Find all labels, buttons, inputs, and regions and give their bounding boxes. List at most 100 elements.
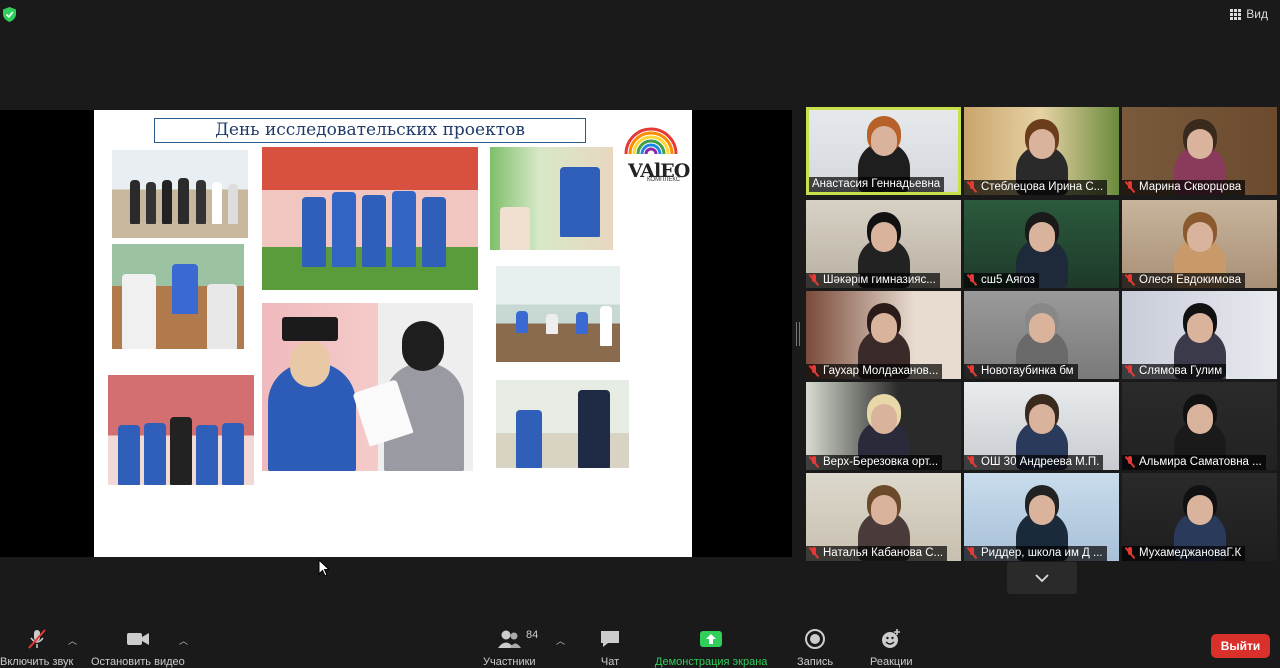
mouse-cursor-icon [318, 559, 330, 577]
participant-name: Анастасия Геннадьевна [812, 178, 941, 190]
share-screen-icon [700, 631, 723, 647]
unmute-button[interactable]: Включить звук [0, 628, 73, 668]
gallery-next-page-button[interactable] [1007, 562, 1077, 594]
microphone-muted-icon [1125, 547, 1135, 559]
participant-video-tile[interactable]: Риддер, школа им Д ... [964, 473, 1119, 561]
participant-face [870, 495, 897, 525]
stop-video-label: Остановить видео [91, 656, 185, 668]
photo-teacher-diploma [496, 380, 629, 468]
microphone-muted-icon [809, 274, 819, 286]
participant-face [870, 222, 897, 252]
participant-video-tile[interactable]: ОШ 30 Андреева М.П. [964, 382, 1119, 470]
view-label: Вид [1246, 7, 1268, 21]
microphone-muted-icon [809, 547, 819, 559]
participant-video-tile[interactable]: Новотаубинка бм [964, 291, 1119, 379]
participants-icon [498, 630, 522, 648]
participant-video-tile[interactable]: Верх-Березовка орт... [806, 382, 961, 470]
photo-boy-tablet [490, 147, 613, 250]
participants-label: Участники [483, 656, 536, 668]
participants-count: 84 [526, 629, 539, 641]
video-camera-icon [126, 633, 149, 645]
chevron-down-icon [1035, 573, 1049, 582]
participant-video-tile[interactable]: Гаухар Молдаханов... [806, 291, 961, 379]
participant-name-label: Верх-Березовка орт... [806, 455, 943, 470]
participant-face [1028, 222, 1055, 252]
security-shield-icon[interactable] [3, 7, 16, 22]
photo-students-hall [112, 150, 248, 238]
participant-name: Верх-Березовка орт... [823, 456, 939, 468]
photo-graduates-group [262, 147, 478, 290]
participant-name-label: сш5 Аягоз [964, 273, 1039, 288]
reactions-button[interactable]: Реакции [870, 628, 913, 668]
participant-name: Слямова Гулим [1139, 365, 1223, 377]
photo-kids-table [112, 244, 244, 349]
meeting-toolbar: Включить звук ︿ Остановить видео ︿ Участ… [0, 620, 1280, 668]
record-label: Запись [797, 656, 834, 668]
participant-face [1028, 313, 1055, 343]
participant-face [870, 313, 897, 343]
participant-video-tile[interactable]: Олеся Евдокимова [1122, 200, 1277, 288]
microphone-muted-icon [1125, 456, 1135, 468]
splitter-handle[interactable] [796, 322, 800, 346]
participant-video-tile[interactable]: Анастасия Геннадьевна [806, 107, 961, 195]
grid-icon [1230, 8, 1242, 20]
participant-video-tile[interactable]: сш5 Аягоз [964, 200, 1119, 288]
participant-face [1028, 495, 1055, 525]
participant-video-tile[interactable]: Альмира Саматовна ... [1122, 382, 1277, 470]
participant-face [1186, 495, 1213, 525]
participant-face [870, 404, 897, 434]
slide-title: День исследовательских проектов [154, 118, 586, 143]
participant-face [1186, 404, 1213, 434]
record-icon [805, 629, 826, 649]
participant-video-tile[interactable]: МухамеджановаГ.К [1122, 473, 1277, 561]
stop-video-button[interactable]: Остановить видео [91, 628, 185, 668]
view-button[interactable]: Вид [1230, 7, 1268, 21]
share-screen-label: Демонстрация экрана [655, 656, 768, 668]
photo-graduates-castle [108, 375, 254, 485]
presentation-slide: День исследовательских проектов VAlEO КО… [94, 110, 692, 557]
participant-name: Новотаубинка бм [981, 365, 1074, 377]
participant-face [1186, 222, 1213, 252]
participant-face [1186, 129, 1213, 159]
participant-face [870, 126, 897, 156]
participant-name: Олеся Евдокимова [1139, 274, 1241, 286]
participant-name: Шәкәрім гимназияс... [823, 274, 936, 286]
participant-name: Гаухар Молдаханов... [823, 365, 939, 377]
audio-options-caret[interactable]: ︿ [68, 634, 77, 647]
participant-name: Марина Скворцова [1139, 181, 1242, 193]
participant-face [1028, 404, 1055, 434]
chat-bubble-icon [601, 631, 619, 647]
unmute-label: Включить звук [0, 656, 74, 668]
reactions-label: Реакции [870, 656, 913, 668]
record-button[interactable]: Запись [797, 628, 833, 668]
participant-name-label: Новотаубинка бм [964, 364, 1078, 379]
shared-screen: День исследовательских проектов VAlEO КО… [0, 110, 792, 577]
participant-name-label: Слямова Гулим [1122, 364, 1227, 379]
microphone-muted-icon [967, 547, 977, 559]
participant-name-label: Олеся Евдокимова [1122, 273, 1245, 288]
participant-face [1186, 313, 1213, 343]
participant-name: Риддер, школа им Д ... [981, 547, 1103, 559]
participant-video-tile[interactable]: Марина Скворцова [1122, 107, 1277, 195]
smiley-plus-icon [882, 629, 901, 648]
participant-name-label: МухамеджановаГ.К [1122, 546, 1246, 561]
participants-options-caret[interactable]: ︿ [556, 634, 565, 647]
logo-subtitle: КОМПЛЕКС [647, 177, 681, 183]
participant-name-label: Наталья Кабанова С... [806, 546, 948, 561]
participant-video-tile[interactable]: Наталья Кабанова С... [806, 473, 961, 561]
participant-name: Наталья Кабанова С... [823, 547, 944, 559]
participant-video-tile[interactable]: Шәкәрім гимназияс... [806, 200, 961, 288]
participant-video-tile[interactable]: Слямова Гулим [1122, 291, 1277, 379]
participant-name-label: Шәкәрім гимназияс... [806, 273, 940, 288]
microphone-muted-icon [27, 629, 46, 649]
microphone-muted-icon [1125, 274, 1135, 286]
participant-name: Стеблецова Ирина С... [981, 181, 1104, 193]
participant-name-label: Анастасия Геннадьевна [809, 177, 945, 192]
video-options-caret[interactable]: ︿ [179, 634, 188, 647]
microphone-muted-icon [967, 274, 977, 286]
leave-meeting-button[interactable]: Выйти [1211, 634, 1270, 658]
share-screen-button[interactable]: Демонстрация экрана [655, 628, 767, 668]
participant-video-tile[interactable]: Стеблецова Ирина С... [964, 107, 1119, 195]
participant-name-label: Гаухар Молдаханов... [806, 364, 943, 379]
chat-button[interactable]: Чат [599, 628, 621, 668]
